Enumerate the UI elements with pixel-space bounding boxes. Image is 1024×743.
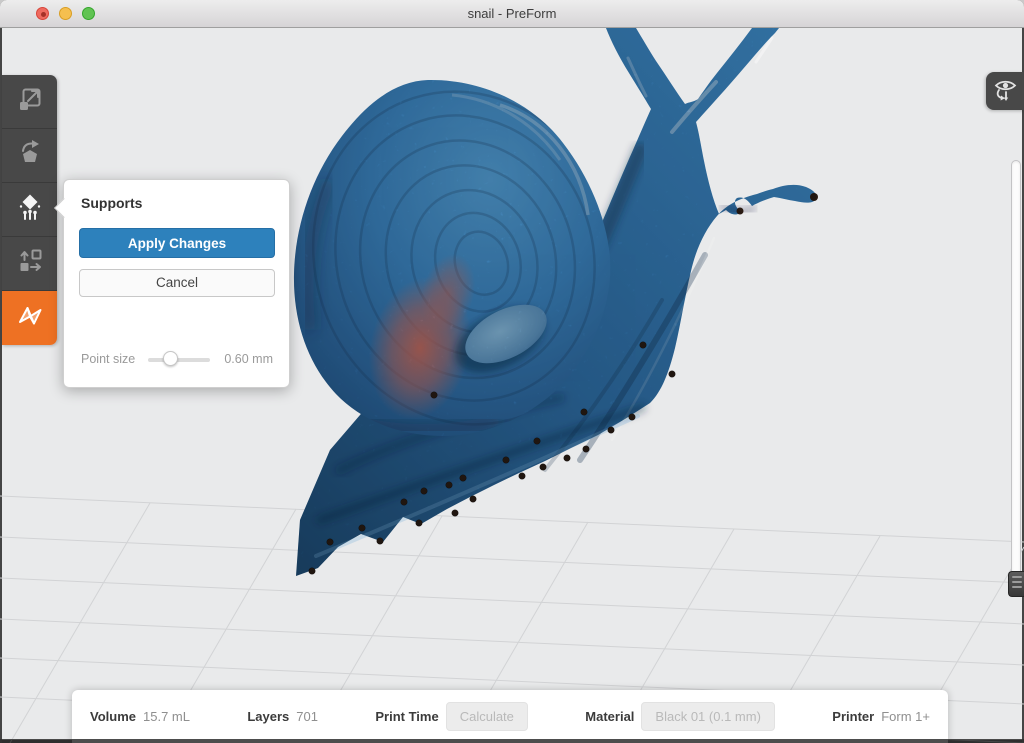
layer-slider-track[interactable] xyxy=(1011,160,1021,582)
print-time-group: Print Time Calculate xyxy=(375,702,528,731)
volume-label: Volume xyxy=(90,709,136,724)
calculate-button[interactable]: Calculate xyxy=(446,702,528,731)
printer-value: Form 1+ xyxy=(881,709,930,724)
printer-label: Printer xyxy=(832,709,874,724)
titlebar[interactable]: snail - PreForm xyxy=(0,0,1024,28)
point-size-value: 0.60 mm xyxy=(224,352,273,366)
view-rotate-button[interactable] xyxy=(986,72,1024,110)
apply-changes-button[interactable]: Apply Changes xyxy=(79,228,275,258)
printer-group: Printer Form 1+ xyxy=(832,709,930,724)
point-size-slider-track[interactable] xyxy=(148,358,210,362)
layout-tool-button[interactable] xyxy=(2,236,57,290)
supports-popover: Supports Apply Changes Cancel Point size… xyxy=(63,179,290,388)
print-time-label: Print Time xyxy=(375,709,438,724)
point-size-label: Point size xyxy=(81,352,135,366)
cancel-button[interactable]: Cancel xyxy=(79,269,275,297)
layers-value: 701 xyxy=(296,709,318,724)
scale-icon xyxy=(15,84,45,119)
snail-model[interactable] xyxy=(270,28,840,588)
print-butterfly-icon xyxy=(15,301,45,336)
layers-label: Layers xyxy=(247,709,289,724)
material-group: Material Black 01 (0.1 mm) xyxy=(585,702,775,731)
orient-icon xyxy=(15,138,45,173)
view-rotate-icon xyxy=(992,76,1018,107)
left-toolbar xyxy=(2,75,57,345)
status-bar: Volume 15.7 mL Layers 701 Print Time Cal… xyxy=(72,690,948,743)
material-button[interactable]: Black 01 (0.1 mm) xyxy=(641,702,774,731)
volume-group: Volume 15.7 mL xyxy=(90,709,190,724)
material-label: Material xyxy=(585,709,634,724)
window-bottom-edge xyxy=(0,739,1024,743)
window-title: snail - PreForm xyxy=(0,0,1024,27)
layout-icon xyxy=(15,246,45,281)
app-window: Supports Apply Changes Cancel Point size… xyxy=(0,0,1024,743)
scale-tool-button[interactable] xyxy=(2,75,57,128)
print-button[interactable] xyxy=(2,290,57,345)
supports-icon xyxy=(15,192,45,227)
layers-group: Layers 701 xyxy=(247,709,318,724)
point-size-slider-thumb[interactable] xyxy=(163,351,178,366)
orient-tool-button[interactable] xyxy=(2,128,57,182)
layer-slider-handle[interactable] xyxy=(1008,571,1024,597)
supports-tool-button[interactable] xyxy=(2,182,57,236)
popover-title: Supports xyxy=(81,195,142,211)
volume-value: 15.7 mL xyxy=(143,709,190,724)
